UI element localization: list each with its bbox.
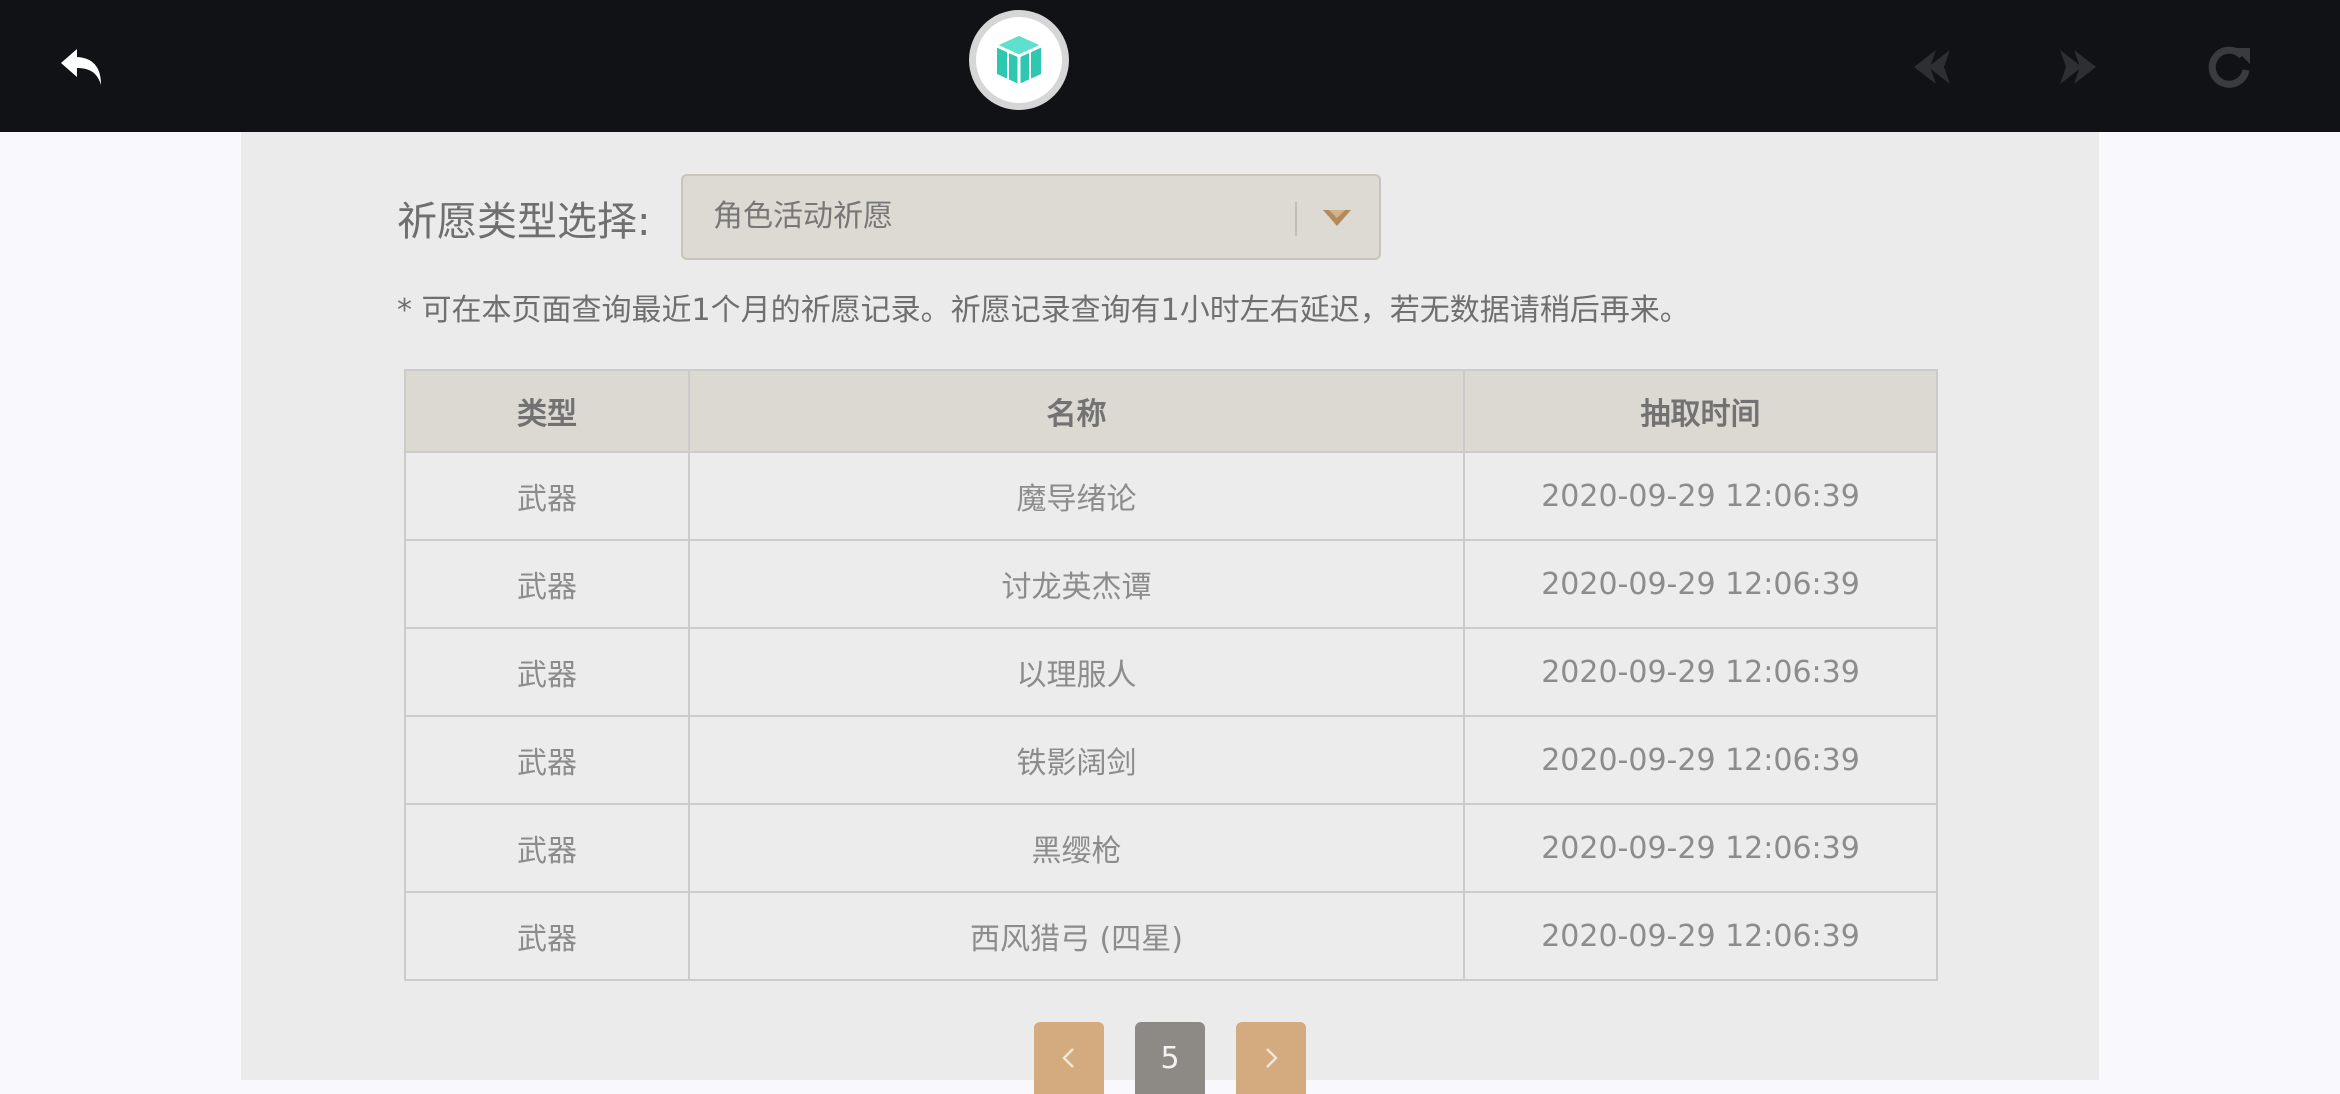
table-row: 武器 西风猎弓 (四星) 2020-09-29 12:06:39 (404, 891, 1938, 981)
nav-prev-button[interactable] (1900, 36, 1962, 98)
table-row: 武器 以理服人 2020-09-29 12:06:39 (404, 627, 1938, 717)
header-time: 抽取时间 (1463, 369, 1938, 453)
wish-history-panel: 祈愿类型选择: 角色活动祈愿 * 可在本页面查询最近1个月的祈愿记录。祈愿记录查… (241, 132, 2099, 1094)
cell-time: 2020-09-29 12:06:39 (1463, 891, 1938, 981)
nav-prev-icon (1914, 50, 1950, 84)
cell-time: 2020-09-29 12:06:39 (1463, 627, 1938, 717)
cell-type: 武器 (404, 715, 690, 805)
back-button[interactable] (52, 36, 114, 98)
table-row: 武器 铁影阔剑 2020-09-29 12:06:39 (404, 715, 1938, 805)
chevron-right-icon (1266, 1048, 1278, 1068)
cell-name: 铁影阔剑 (688, 715, 1465, 805)
cell-name: 黑缨枪 (688, 803, 1465, 893)
top-bar (0, 0, 2340, 132)
cell-type: 武器 (404, 891, 690, 981)
wish-type-selected-value: 角色活动祈愿 (713, 199, 893, 234)
chevron-down-icon (1323, 210, 1351, 226)
cell-time: 2020-09-29 12:06:39 (1463, 803, 1938, 893)
header-name: 名称 (688, 369, 1465, 453)
nav-next-button[interactable] (2048, 36, 2110, 98)
cell-time: 2020-09-29 12:06:39 (1463, 451, 1938, 541)
header-type: 类型 (404, 369, 690, 453)
nav-next-icon (2060, 50, 2096, 84)
cell-type: 武器 (404, 451, 690, 541)
cell-name-four-star: 西风猎弓 (四星) (688, 891, 1465, 981)
query-notice: * 可在本页面查询最近1个月的祈愿记录。祈愿记录查询有1小时左右延迟，若无数据请… (397, 293, 1690, 328)
back-arrow-icon (61, 49, 101, 85)
cell-name: 讨龙英杰谭 (688, 539, 1465, 629)
wish-type-select[interactable]: 角色活动祈愿 (681, 174, 1381, 260)
cell-time: 2020-09-29 12:06:39 (1463, 715, 1938, 805)
cell-name: 魔导绪论 (688, 451, 1465, 541)
wish-records-table: 类型 名称 抽取时间 武器 魔导绪论 2020-09-29 12:06:39 武… (404, 369, 1938, 981)
cell-type: 武器 (404, 627, 690, 717)
reload-icon (2208, 46, 2250, 88)
current-page-indicator: 5 (1135, 1022, 1205, 1094)
table-row: 武器 魔导绪论 2020-09-29 12:06:39 (404, 451, 1938, 541)
cell-time: 2020-09-29 12:06:39 (1463, 539, 1938, 629)
app-logo (969, 10, 1069, 110)
chevron-left-icon (1062, 1048, 1074, 1068)
prev-page-button[interactable] (1034, 1022, 1104, 1094)
cell-type: 武器 (404, 803, 690, 893)
select-divider (1295, 202, 1297, 236)
reload-button[interactable] (2198, 36, 2260, 98)
next-page-button[interactable] (1236, 1022, 1306, 1094)
cell-name: 以理服人 (688, 627, 1465, 717)
cell-type: 武器 (404, 539, 690, 629)
app-logo-icon (996, 36, 1042, 84)
table-row: 武器 讨龙英杰谭 2020-09-29 12:06:39 (404, 539, 1938, 629)
wish-type-label: 祈愿类型选择: (397, 199, 651, 245)
table-row: 武器 黑缨枪 2020-09-29 12:06:39 (404, 803, 1938, 893)
table-header-row: 类型 名称 抽取时间 (404, 369, 1938, 453)
